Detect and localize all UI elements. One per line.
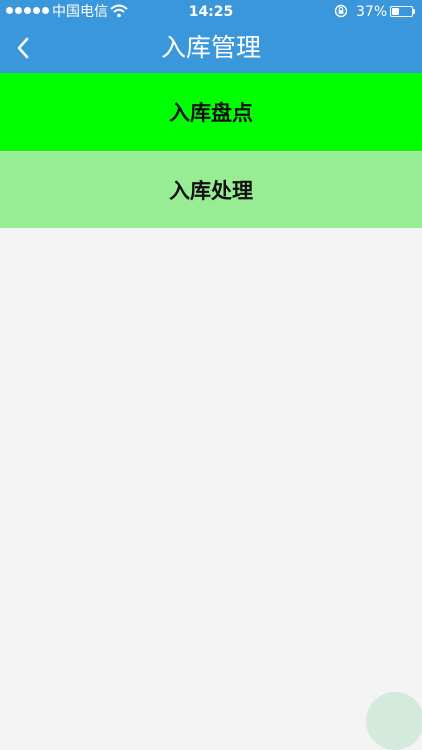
- page-title: 入库管理: [160, 33, 261, 62]
- top-bar: 中国电信 14:25 37% 入库管理: [0, 0, 422, 73]
- status-bar: 中国电信 14:25 37%: [0, 0, 422, 24]
- menu-list: 入库盘点 入库处理: [0, 73, 422, 228]
- battery-tip: [413, 9, 415, 14]
- floating-assistive-button[interactable]: [366, 692, 422, 750]
- battery-level-fill: [392, 8, 399, 15]
- rotation-lock-icon: [334, 4, 348, 18]
- battery-icon: [390, 6, 413, 17]
- nav-bar: 入库管理: [0, 24, 422, 73]
- menu-item-inbound-processing[interactable]: 入库处理: [0, 151, 422, 228]
- battery-percent: 37%: [356, 4, 388, 20]
- menu-item-inventory-check[interactable]: 入库盘点: [0, 73, 422, 151]
